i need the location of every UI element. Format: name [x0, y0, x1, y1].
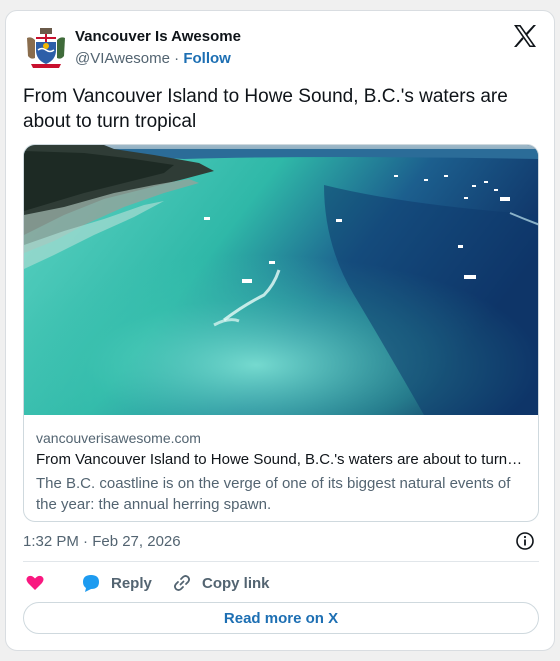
speech-bubble-icon	[83, 575, 99, 592]
embedded-post-card: Vancouver Is Awesome @VIAwesome · Follow…	[5, 10, 555, 651]
reply-button[interactable]: Reply	[81, 573, 152, 593]
info-icon[interactable]	[515, 531, 535, 551]
author-name[interactable]: Vancouver Is Awesome	[75, 28, 241, 45]
heart-icon	[26, 575, 44, 590]
handle-separator: ·	[174, 50, 180, 67]
divider	[23, 561, 539, 562]
follow-link[interactable]: Follow	[183, 50, 231, 67]
author-handle[interactable]: @VIAwesome	[75, 50, 170, 67]
reply-label: Reply	[111, 574, 152, 592]
copy-link-label: Copy link	[202, 574, 270, 592]
like-button[interactable]	[25, 573, 45, 593]
copy-link-button[interactable]: Copy link	[172, 573, 270, 593]
crest-logo-avatar[interactable]	[23, 24, 69, 70]
post-timestamp[interactable]: 1:32 PM · Feb 27, 2026	[23, 533, 181, 550]
post-text: From Vancouver Island to Howe Sound, B.C…	[23, 86, 508, 132]
aerial-photo-image	[24, 145, 538, 415]
x-logo-icon[interactable]	[513, 25, 537, 47]
link-domain: vancouverisawesome.com	[36, 430, 201, 446]
link-preview-card[interactable]: vancouverisawesome.com From Vancouver Is…	[23, 144, 539, 522]
link-icon	[174, 575, 190, 591]
link-title[interactable]: From Vancouver Island to Howe Sound, B.C…	[36, 451, 528, 468]
handle-row: @VIAwesome · Follow	[75, 50, 231, 67]
link-description: The B.C. coastline is on the verge of on…	[36, 475, 511, 513]
read-more-button[interactable]: Read more on X	[23, 602, 539, 634]
